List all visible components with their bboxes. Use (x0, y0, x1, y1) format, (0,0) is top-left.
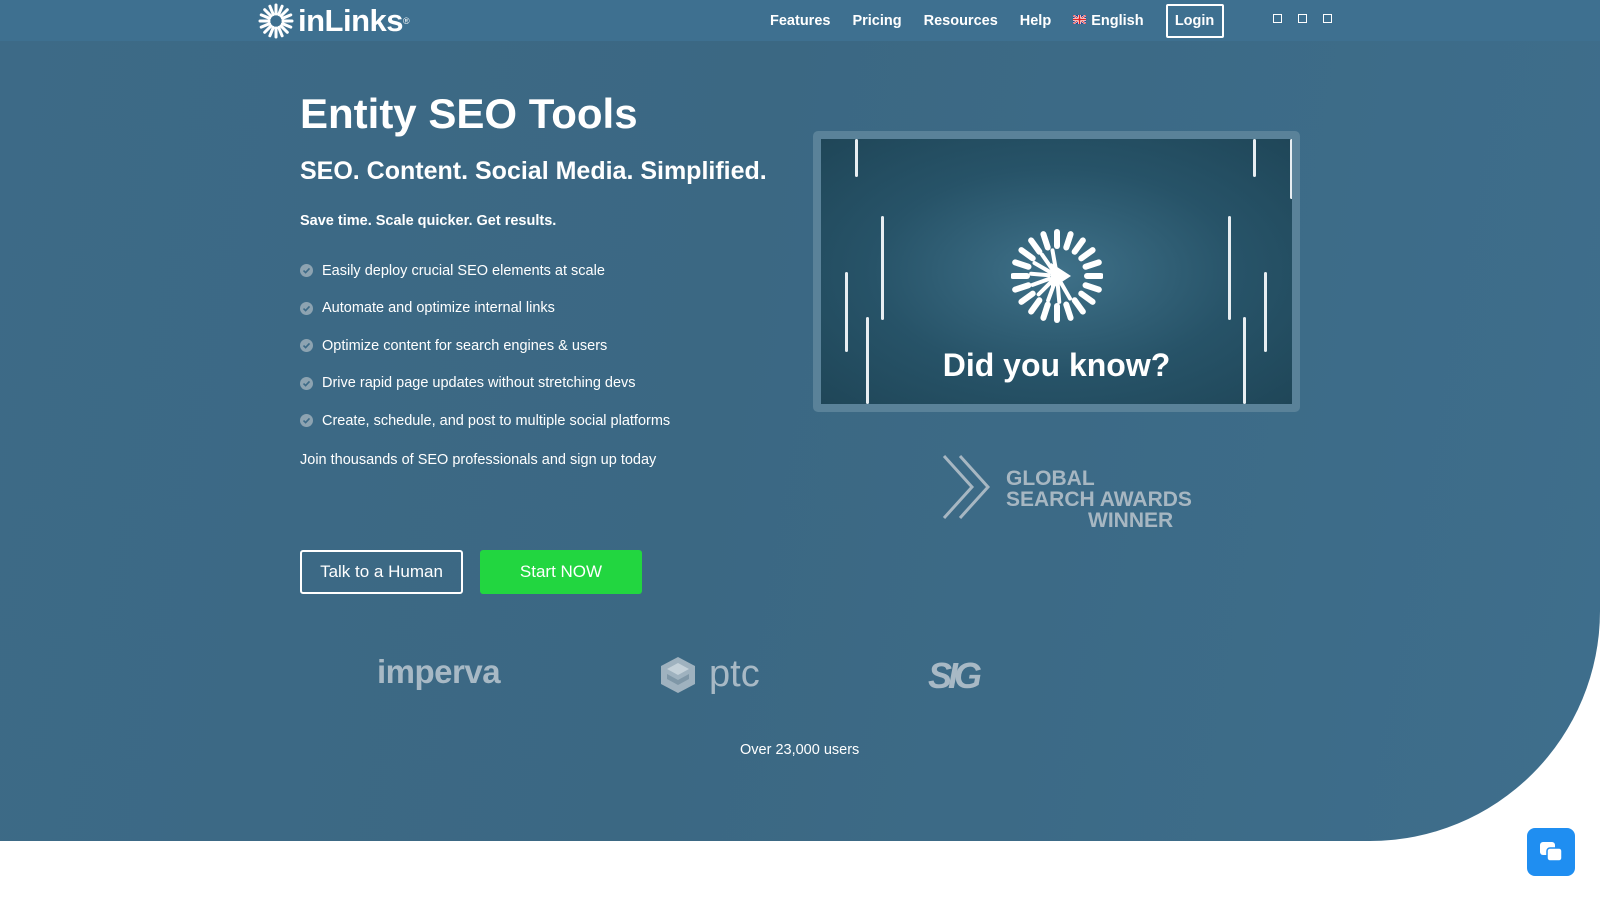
decor-line (881, 216, 884, 320)
check-circle-icon (300, 376, 313, 390)
join-text: Join thousands of SEO professionals and … (300, 452, 657, 468)
feature-item: Optimize content for search engines & us… (300, 327, 670, 365)
feature-text: Optimize content for search engines & us… (322, 337, 608, 354)
check-circle-icon (300, 414, 313, 428)
check-circle-icon (300, 264, 313, 278)
decor-line (1228, 216, 1231, 320)
square-icon[interactable] (1273, 14, 1282, 23)
hero-subtitle: SEO. Content. Social Media. Simplified. (300, 157, 767, 185)
nav-help[interactable]: Help (1020, 13, 1051, 29)
login-button[interactable]: Login (1165, 3, 1224, 38)
video-player[interactable]: Did you know? (813, 131, 1300, 412)
hero-tagline: Save time. Scale quicker. Get results. (300, 213, 557, 229)
client-logo-imperva: imperva (377, 653, 501, 690)
nav-features[interactable]: Features (770, 13, 830, 29)
square-icon[interactable] (1298, 14, 1307, 23)
chevron-award-icon (942, 454, 991, 520)
global-search-awards-badge: GLOBAL SEARCH AWARDS WINNER (940, 452, 1192, 531)
feature-item: Drive rapid page updates without stretch… (300, 365, 670, 403)
nav-resources[interactable]: Resources (924, 13, 998, 29)
user-count: Over 23,000 users (740, 742, 860, 758)
feature-text: Automate and optimize internal links (322, 300, 555, 317)
client-logo-ptc: ptc (659, 653, 760, 696)
main-nav: Features Pricing Resources Help English … (770, 0, 1224, 41)
language-label: English (1091, 12, 1144, 29)
feature-text: Create, schedule, and post to multiple s… (322, 412, 671, 429)
check-circle-icon (300, 339, 313, 353)
ptc-cube-icon (661, 656, 695, 693)
decor-line (1290, 139, 1292, 199)
square-icon[interactable] (1323, 14, 1332, 23)
decor-line (855, 139, 858, 177)
video-caption: Did you know? (942, 347, 1171, 383)
brand-name: inLinks (298, 3, 404, 38)
top-navbar: inLinks ® Features Pricing Resources Hel… (0, 0, 1600, 41)
brand-logo[interactable]: inLinks ® (258, 3, 410, 39)
registered-mark: ® (403, 16, 410, 26)
start-now-button[interactable]: Start NOW (480, 550, 642, 594)
nav-icon-group (1273, 14, 1348, 23)
feature-item: Automate and optimize internal links (300, 290, 670, 328)
play-icon[interactable] (1011, 227, 1103, 325)
feature-text: Easily deploy crucial SEO elements at sc… (322, 262, 605, 279)
award-line: WINNER (1088, 509, 1174, 532)
chat-bubble-icon (1540, 842, 1563, 862)
video-thumbnail[interactable]: Did you know? (821, 139, 1292, 404)
award-line: GLOBAL (1006, 467, 1095, 490)
award-text: GLOBAL SEARCH AWARDS WINNER (1006, 468, 1192, 531)
chat-widget-button[interactable] (1527, 828, 1575, 876)
nav-pricing[interactable]: Pricing (852, 13, 901, 29)
sunburst-logo-icon (258, 3, 294, 39)
talk-to-human-button[interactable]: Talk to a Human (300, 550, 463, 594)
ptc-wordmark: ptc (709, 653, 760, 695)
feature-item: Easily deploy crucial SEO elements at sc… (300, 252, 670, 290)
feature-list: Easily deploy crucial SEO elements at sc… (300, 252, 670, 440)
decor-line (845, 272, 848, 352)
feature-item: Create, schedule, and post to multiple s… (300, 402, 670, 440)
feature-text: Drive rapid page updates without stretch… (322, 375, 636, 392)
language-selector[interactable]: English (1073, 12, 1144, 29)
check-circle-icon (300, 301, 313, 315)
award-line: SEARCH AWARDS (1006, 488, 1192, 511)
uk-flag-icon (1073, 15, 1087, 25)
page-title: Entity SEO Tools (300, 90, 638, 137)
hero-section (0, 0, 1600, 841)
decor-line (1253, 139, 1256, 177)
decor-line (1264, 272, 1267, 352)
client-logo-sig: SIG (928, 655, 982, 696)
